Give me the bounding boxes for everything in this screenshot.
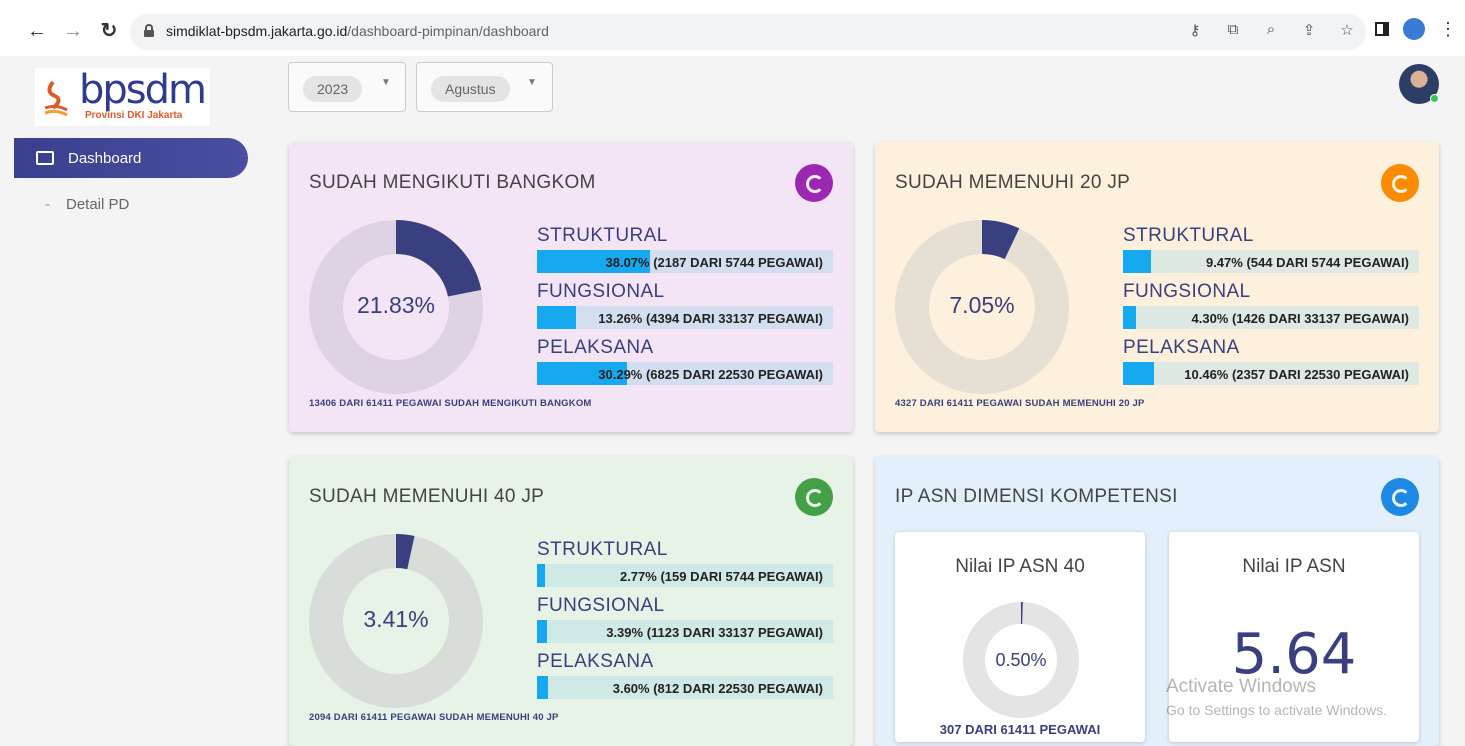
category-bar-text: 13.26% (4394 DARI 33137 PEGAWAI) — [598, 311, 823, 326]
category-stats: STRUKTURAL 9.47% (544 DARI 5744 PEGAWAI) F… — [1123, 224, 1419, 392]
card-badge-icon[interactable] — [795, 164, 833, 202]
card-footer: 4327 DARI 61411 PEGAWAI SUDAH MEMENUHI 2… — [895, 398, 1145, 409]
logo-mark-icon — [44, 80, 68, 117]
share-icon[interactable]: ⇪ — [1300, 21, 1318, 39]
donut-percent: 21.83% — [356, 292, 435, 318]
category-bar: 10.46% (2357 DARI 22530 PEGAWAI) — [1123, 362, 1419, 385]
donut-percent: 3.41% — [363, 606, 429, 632]
card-footer: 2094 DARI 61411 PEGAWAI SUDAH MEMENUHI 4… — [309, 712, 559, 723]
category-bar-fill — [1123, 362, 1154, 385]
category-label: PELAKSANA — [537, 337, 654, 358]
card-20-jp: SUDAH MEMENUHI 20 JP 7.05% STRUKTURAL 9.47%… — [875, 142, 1439, 432]
logo-subtitle: Provinsi DKI Jakarta — [85, 110, 183, 121]
chevron-down-icon: ▼ — [527, 77, 537, 88]
category-bar-fill — [1123, 250, 1152, 273]
category-bar-text: 2.77% (159 DARI 5744 PEGAWAI) — [619, 569, 823, 584]
category-bar: 9.47% (544 DARI 5744 PEGAWAI) — [1123, 250, 1419, 273]
sidebar-item-label: Detail PD — [66, 196, 130, 213]
category-bar: 2.77% (159 DARI 5744 PEGAWAI) — [537, 564, 833, 587]
chevron-down-icon: ▼ — [381, 77, 391, 88]
ip-asn-40-panel: Nilai IP ASN 40 0.50% 307 DARI 61411 PEG… — [895, 532, 1145, 742]
year-select-value: 2023 — [303, 76, 363, 102]
category-bar: 3.60% (812 DARI 22530 PEGAWAI) — [537, 676, 833, 699]
category-label: STRUKTURAL — [1123, 225, 1254, 246]
category-bar: 4.30% (1426 DARI 33137 PEGAWAI) — [1123, 306, 1419, 329]
url-text: simdiklat-bpsdm.jakarta.go.id/dashboard-… — [166, 23, 549, 39]
browser-profile-icon[interactable] — [1403, 18, 1425, 40]
category-bar: 30.29% (6825 DARI 22530 PEGAWAI) — [537, 362, 833, 385]
bullet-dash-icon: - — [45, 196, 50, 213]
card-title: SUDAH MEMENUHI 40 JP — [309, 486, 545, 507]
category-bar-fill — [537, 306, 577, 329]
category-bar-text: 3.39% (1123 DARI 33137 PEGAWAI) — [606, 625, 823, 640]
category-bar-fill — [537, 676, 548, 699]
category-bar-fill — [1123, 306, 1136, 329]
filter-bar: 2023 ▼ Agustus ▼ — [288, 62, 553, 112]
watermark-line1: Activate Windows — [1166, 676, 1316, 697]
browser-toolbar: ← → ↻ simdiklat-bpsdm.jakarta.go.id/dash… — [0, 0, 1465, 62]
browser-menu-icon[interactable]: ⋮ — [1439, 19, 1457, 40]
address-bar[interactable]: simdiklat-bpsdm.jakarta.go.id/dashboard-… — [130, 14, 1366, 50]
url-path: /dashboard-pimpinan/dashboard — [347, 23, 549, 39]
category-bar-text: 38.07% (2187 DARI 5744 PEGAWAI) — [605, 255, 824, 270]
card-footer: 13406 DARI 61411 PEGAWAI SUDAH MENGIKUTI… — [309, 398, 592, 409]
reload-icon[interactable]: ↻ — [96, 18, 122, 44]
sidebar: bpsdm Provinsi DKI Jakarta Dashboard - De… — [0, 56, 262, 746]
category-bar-text: 10.46% (2357 DARI 22530 PEGAWAI) — [1184, 367, 1409, 382]
category-bar-text: 9.47% (544 DARI 5744 PEGAWAI) — [1205, 255, 1409, 270]
category-bar: 3.39% (1123 DARI 33137 PEGAWAI) — [537, 620, 833, 643]
card-badge-icon[interactable] — [795, 478, 833, 516]
category-label: FUNGSIONAL — [1123, 281, 1251, 302]
category-bar-fill — [537, 564, 546, 587]
logo-text: bpsdm — [79, 67, 207, 113]
ip-asn-40-title: Nilai IP ASN 40 — [955, 556, 1085, 577]
card-title: SUDAH MEMENUHI 20 JP — [895, 172, 1131, 193]
watermark-line2: Go to Settings to activate Windows. — [1166, 702, 1387, 718]
online-status-dot — [1430, 94, 1439, 103]
card-40-jp: SUDAH MEMENUHI 40 JP 3.41% STRUKTURAL 2.77%… — [289, 456, 853, 746]
ip-asn-40-footer: 307 DARI 61411 PEGAWAI — [939, 722, 1101, 737]
card-bangkom: SUDAH MENGIKUTI BANGKOM 21.83% STRUKTURAL 3… — [289, 142, 853, 432]
ip-asn-title: Nilai IP ASN — [1242, 556, 1346, 577]
lock-icon — [144, 24, 154, 37]
category-label: STRUKTURAL — [537, 225, 668, 246]
card-title: IP ASN DIMENSI KOMPETENSI — [895, 486, 1178, 507]
donut-percent: 7.05% — [949, 292, 1015, 318]
card-badge-icon[interactable] — [1381, 478, 1419, 516]
zoom-icon[interactable]: ⌕ — [1262, 21, 1280, 39]
category-stats: STRUKTURAL 2.77% (159 DARI 5744 PEGAWAI) F… — [537, 538, 833, 706]
category-stats: STRUKTURAL 38.07% (2187 DARI 5744 PEGAWAI… — [537, 224, 833, 392]
category-bar: 13.26% (4394 DARI 33137 PEGAWAI) — [537, 306, 833, 329]
bookmark-star-icon[interactable]: ☆ — [1338, 21, 1356, 39]
url-host: simdiklat-bpsdm.jakarta.go.id — [166, 23, 348, 39]
sidebar-item-dashboard[interactable]: Dashboard — [14, 138, 248, 178]
forward-arrow-icon[interactable]: → — [60, 18, 86, 44]
side-panel-icon[interactable] — [1375, 22, 1389, 36]
category-label: STRUKTURAL — [537, 539, 668, 560]
dashboard-page: bpsdm Provinsi DKI Jakarta Dashboard - De… — [0, 56, 1465, 746]
sidebar-item-label: Dashboard — [68, 150, 142, 167]
category-bar-fill — [537, 620, 548, 643]
key-icon[interactable]: ⚷ — [1186, 21, 1204, 39]
month-select-value: Agustus — [431, 76, 510, 102]
windows-watermark: Activate Windows Go to Settings to activ… — [1166, 676, 1387, 718]
category-label: PELAKSANA — [1123, 337, 1240, 358]
category-label: FUNGSIONAL — [537, 281, 665, 302]
category-bar-text: 3.60% (812 DARI 22530 PEGAWAI) — [612, 681, 823, 696]
ip-asn-40-percent: 0.50% — [995, 650, 1047, 670]
category-label: FUNGSIONAL — [537, 595, 665, 616]
bpsdm-logo[interactable]: bpsdm Provinsi DKI Jakarta — [35, 68, 210, 126]
card-title: SUDAH MENGIKUTI BANGKOM — [309, 172, 596, 193]
translate-icon[interactable]: ⧉ — [1224, 21, 1242, 39]
month-select[interactable]: Agustus ▼ — [416, 62, 553, 112]
sidebar-item-detail-pd[interactable]: - Detail PD — [45, 196, 129, 213]
category-bar: 38.07% (2187 DARI 5744 PEGAWAI) — [537, 250, 833, 273]
year-select[interactable]: 2023 ▼ — [288, 62, 406, 112]
category-bar-text: 4.30% (1426 DARI 33137 PEGAWAI) — [1191, 311, 1410, 326]
back-arrow-icon[interactable]: ← — [24, 18, 50, 44]
category-bar-text: 30.29% (6825 DARI 22530 PEGAWAI) — [598, 367, 823, 382]
card-badge-icon[interactable] — [1381, 164, 1419, 202]
monitor-icon — [36, 151, 54, 165]
category-label: PELAKSANA — [537, 651, 654, 672]
